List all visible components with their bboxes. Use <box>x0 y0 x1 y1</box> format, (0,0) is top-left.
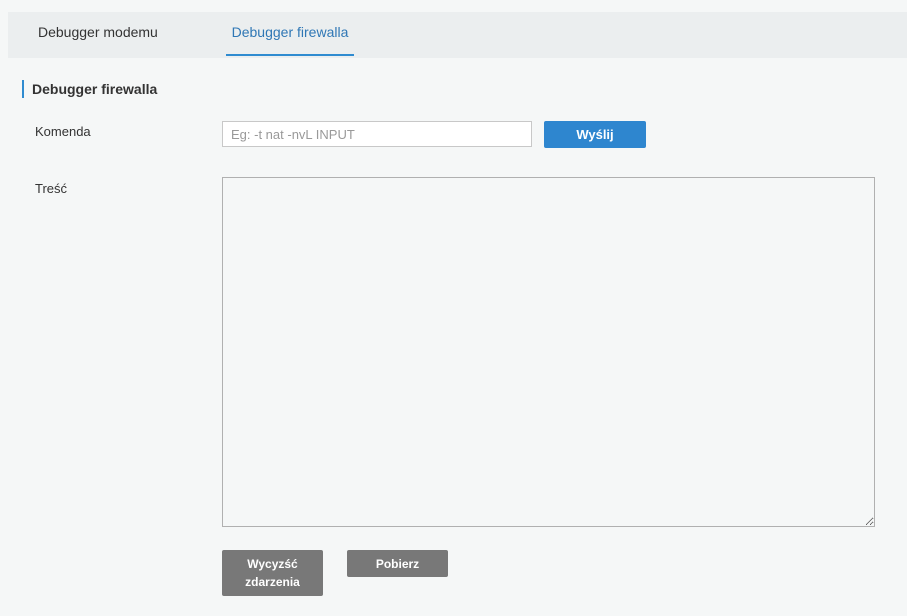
content-output[interactable] <box>222 177 875 527</box>
active-tab-indicator <box>226 54 354 56</box>
command-input[interactable] <box>222 121 532 147</box>
tab-modem-label: Debugger modemu <box>38 24 158 40</box>
tab-firewall-debugger[interactable]: Debugger firewalla <box>226 12 354 58</box>
clear-events-button[interactable]: Wycyzść zdarzenia <box>222 550 323 596</box>
content-label: Treść <box>35 181 68 196</box>
tab-bar: Debugger modemu Debugger firewalla <box>8 12 907 58</box>
clear-events-label-line1: Wycyzść <box>247 557 298 571</box>
tab-modem-debugger[interactable]: Debugger modemu <box>38 12 168 58</box>
send-button[interactable]: Wyślij <box>544 121 646 148</box>
command-label: Komenda <box>35 124 91 139</box>
download-button[interactable]: Pobierz <box>347 550 448 577</box>
clear-events-label-line2: zdarzenia <box>245 575 300 589</box>
tab-firewall-label: Debugger firewalla <box>231 24 349 40</box>
page: Debugger modemu Debugger firewalla Debug… <box>0 0 907 616</box>
section-title: Debugger firewalla <box>22 80 157 98</box>
